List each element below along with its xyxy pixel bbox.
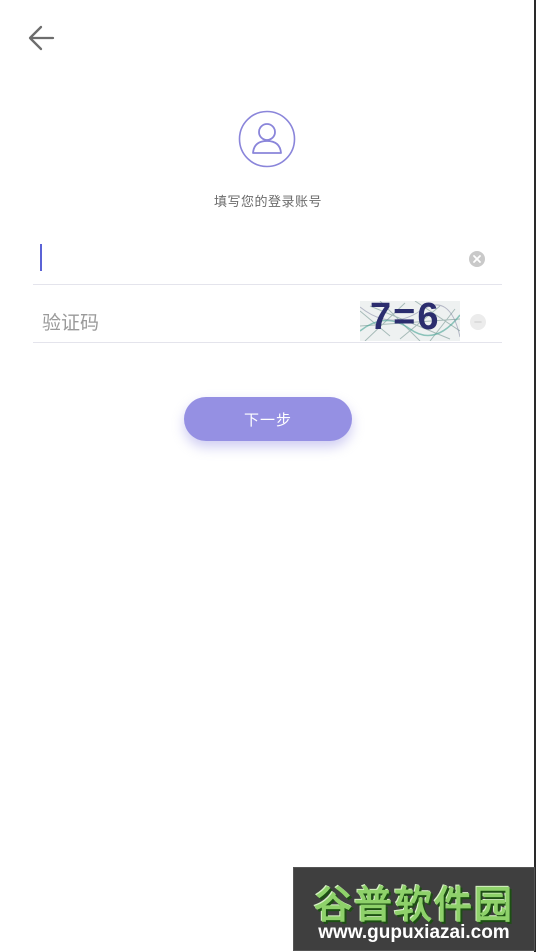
- refresh-button[interactable]: [470, 314, 486, 330]
- account-field: [33, 232, 502, 288]
- next-button[interactable]: 下一步: [184, 397, 352, 441]
- watermark-logo: 谷普软件园 www.gupuxiazai.com: [293, 867, 535, 951]
- watermark-title: 谷普软件园: [313, 883, 514, 927]
- captcha-field: 7=6: [33, 298, 502, 346]
- avatar: [238, 110, 296, 168]
- clear-button[interactable]: [469, 251, 485, 267]
- captcha-text: 7=6: [370, 301, 441, 338]
- account-input[interactable]: [40, 234, 444, 288]
- arrow-left-icon: [28, 25, 55, 51]
- watermark-url: www.gupuxiazai.com: [318, 922, 510, 943]
- refresh-icon: [474, 321, 482, 323]
- clear-icon: [473, 255, 481, 263]
- back-button[interactable]: [22, 20, 62, 56]
- page-subtitle: 填写您的登录账号: [213, 195, 322, 210]
- text-caret: [40, 244, 42, 271]
- captcha-image[interactable]: 7=6: [360, 301, 460, 341]
- user-avatar-icon: [238, 110, 296, 168]
